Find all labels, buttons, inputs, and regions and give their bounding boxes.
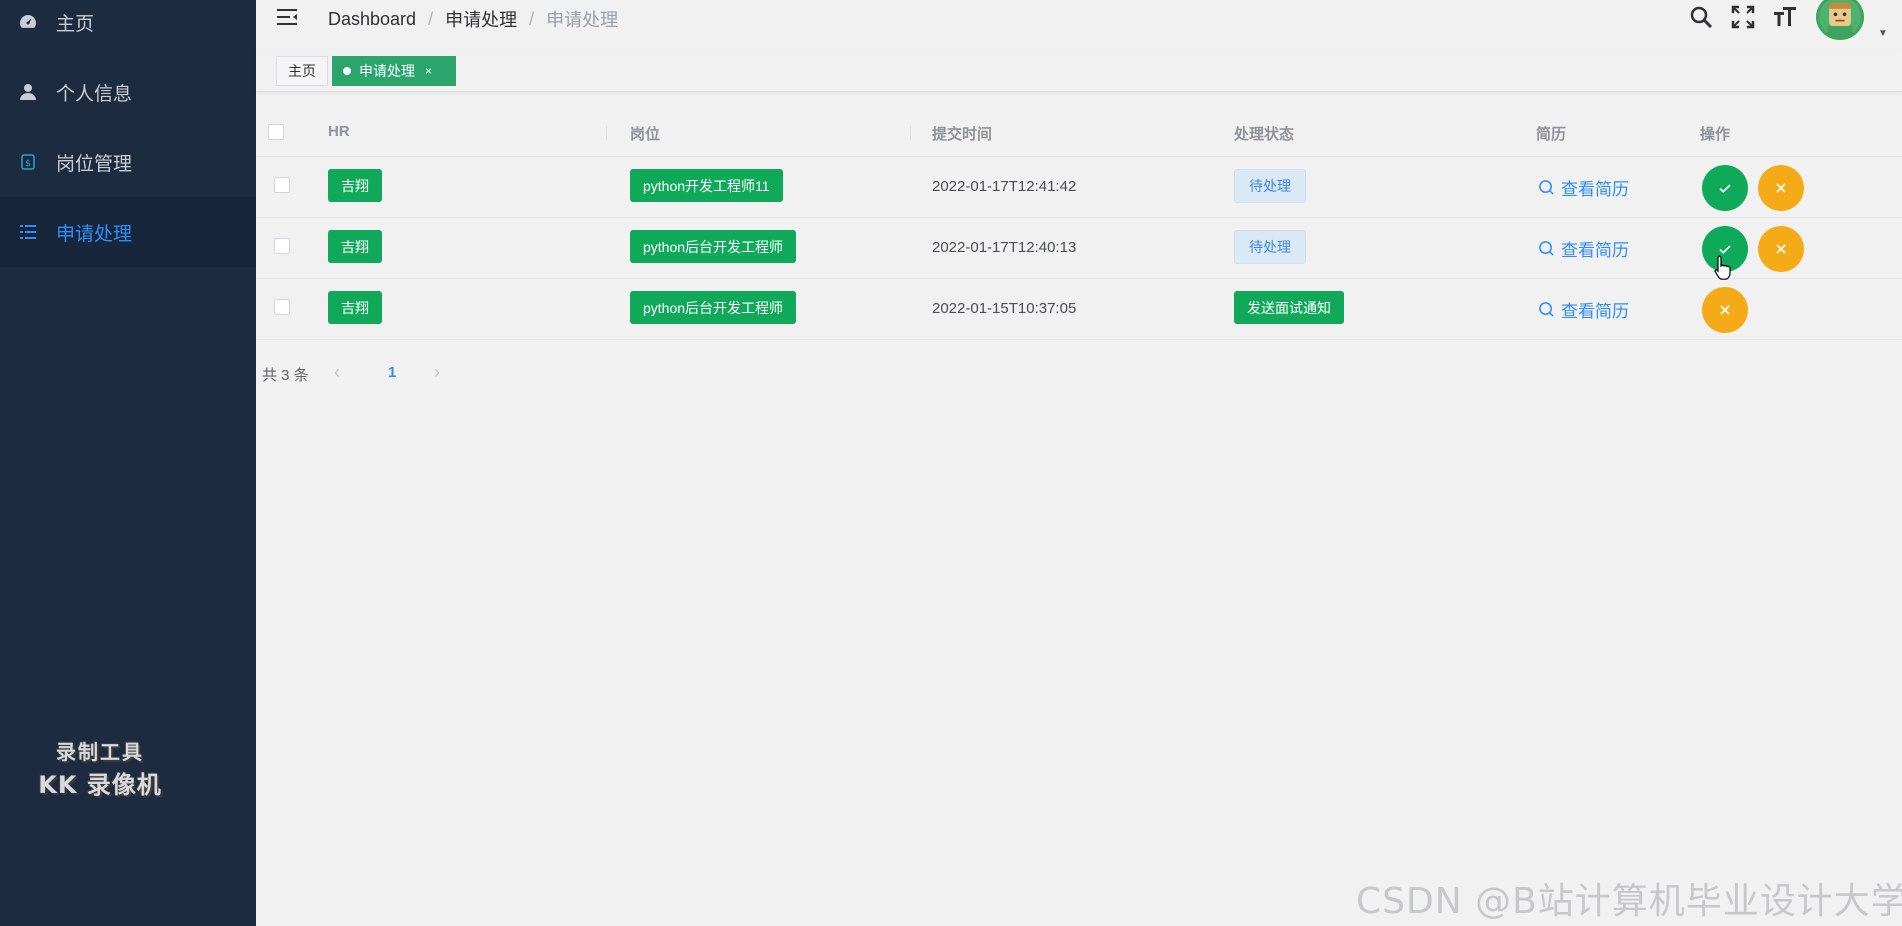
sidebar-item-home[interactable]: 主页 [0, 0, 256, 57]
breadcrumb-applications[interactable]: 申请处理 [445, 6, 517, 32]
page-number[interactable]: 1 [388, 364, 396, 381]
search-icon [1539, 180, 1554, 195]
send-interview-notice-badge[interactable]: 发送面试通知 [1234, 291, 1344, 324]
sidebar-item-label: 个人信息 [56, 83, 133, 105]
dashboard-icon [0, 12, 56, 32]
status-badge: 待处理 [1234, 169, 1306, 203]
column-status: 处理状态 [1234, 126, 1295, 143]
hamburger-icon[interactable] [276, 6, 298, 28]
recorder-watermark-line1: 录制工具 [56, 740, 144, 764]
hr-name-tag[interactable]: 吉翔 [328, 169, 382, 202]
breadcrumb-separator: / [529, 8, 535, 29]
column-job: 岗位 [630, 126, 661, 143]
money-icon: $ [0, 152, 56, 172]
tag-home[interactable]: 主页 [276, 56, 328, 86]
view-resume-label: 查看简历 [1561, 241, 1629, 260]
chevron-right-icon[interactable]: › [434, 362, 440, 383]
close-icon [1776, 183, 1786, 193]
column-actions: 操作 [1700, 126, 1731, 143]
sidebar-item-profile[interactable]: 个人信息 [0, 57, 256, 127]
reject-button[interactable] [1758, 226, 1804, 272]
tag-label: 申请处理 [359, 63, 415, 79]
navbar: Dashboard / 申请处理 / 申请处理 ▼ [256, 0, 1902, 50]
hand-cursor-icon [1714, 255, 1731, 280]
column-resume: 简历 [1536, 126, 1567, 143]
row-checkbox[interactable] [274, 238, 290, 254]
avatar[interactable] [1816, 0, 1864, 40]
search-icon [1539, 302, 1554, 317]
column-divider [606, 126, 607, 140]
view-resume-link[interactable]: 查看简历 [1538, 175, 1629, 200]
table-row: 吉翔 python后台开发工程师 2022-01-17T12:40:13 待处理… [256, 218, 1902, 279]
breadcrumb-separator: / [428, 8, 434, 29]
fullscreen-icon[interactable] [1730, 4, 1756, 30]
reject-button[interactable] [1702, 287, 1748, 333]
hr-name-tag[interactable]: 吉翔 [328, 230, 382, 263]
reject-button[interactable] [1758, 165, 1804, 211]
hr-name-tag[interactable]: 吉翔 [328, 291, 382, 324]
sidebar-item-applications[interactable]: 申请处理 [0, 197, 256, 267]
svg-text:$: $ [25, 159, 31, 169]
submit-time: 2022-01-17T12:40:13 [932, 239, 1077, 256]
list-icon [0, 222, 56, 242]
approve-button[interactable] [1702, 165, 1748, 211]
user-icon [0, 82, 56, 102]
sidebar-item-label: 申请处理 [56, 223, 133, 245]
row-checkbox[interactable] [274, 299, 290, 315]
table-header: HR 岗位 提交时间 处理状态 简历 操作 [256, 110, 1902, 157]
search-icon[interactable] [1688, 4, 1714, 30]
job-title-tag[interactable]: python后台开发工程师 [630, 291, 797, 324]
breadcrumb-current: 申请处理 [546, 10, 619, 30]
sidebar-item-label: 主页 [56, 13, 95, 35]
table-row: 吉翔 python开发工程师11 2022-01-17T12:41:42 待处理… [256, 157, 1902, 218]
caret-down-icon[interactable]: ▼ [1878, 28, 1888, 39]
recorder-watermark-line2: KK 录像机 [38, 771, 162, 799]
row-checkbox[interactable] [274, 177, 290, 193]
table-row: 吉翔 python后台开发工程师 2022-01-15T10:37:05 发送面… [256, 279, 1902, 340]
active-dot-icon [343, 67, 351, 75]
font-size-icon[interactable] [1772, 4, 1798, 30]
pagination-total: 共 3 条 [262, 367, 309, 384]
tag-label: 主页 [288, 63, 316, 79]
view-resume-link[interactable]: 查看简历 [1538, 297, 1629, 322]
chevron-left-icon[interactable]: ‹ [334, 362, 340, 383]
close-icon [1720, 305, 1730, 315]
search-icon [1539, 241, 1554, 256]
job-title-tag[interactable]: python开发工程师11 [630, 169, 783, 202]
check-icon [1719, 184, 1731, 193]
breadcrumb-dashboard[interactable]: Dashboard [328, 9, 416, 30]
tag-applications[interactable]: 申请处理 × [332, 56, 456, 86]
column-submit-time: 提交时间 [932, 126, 993, 143]
view-resume-label: 查看简历 [1561, 302, 1629, 321]
breadcrumb: Dashboard / 申请处理 / 申请处理 [328, 6, 618, 32]
select-all-checkbox[interactable] [268, 124, 284, 140]
view-resume-label: 查看简历 [1561, 180, 1629, 199]
sidebar-item-jobs[interactable]: $ 岗位管理 [0, 127, 256, 197]
sidebar: 主页 个人信息 $ 岗位管理 申请处理 录制工具 KK 录像机 [0, 0, 256, 926]
csdn-watermark: CSDN @B站计算机毕业设计大学 [1356, 881, 1902, 922]
close-icon[interactable]: × [425, 64, 432, 78]
view-resume-link[interactable]: 查看简历 [1538, 236, 1629, 261]
sidebar-item-label: 岗位管理 [56, 153, 133, 175]
recorder-watermark: 录制工具 KK 录像机 [30, 736, 170, 800]
tags-view: 主页 申请处理 × [256, 50, 1902, 92]
column-hr: HR [328, 123, 350, 140]
column-divider [910, 126, 911, 140]
submit-time: 2022-01-15T10:37:05 [932, 300, 1077, 317]
job-title-tag[interactable]: python后台开发工程师 [630, 230, 797, 263]
close-icon [1776, 244, 1786, 254]
submit-time: 2022-01-17T12:41:42 [932, 178, 1077, 195]
status-badge: 待处理 [1234, 230, 1306, 264]
